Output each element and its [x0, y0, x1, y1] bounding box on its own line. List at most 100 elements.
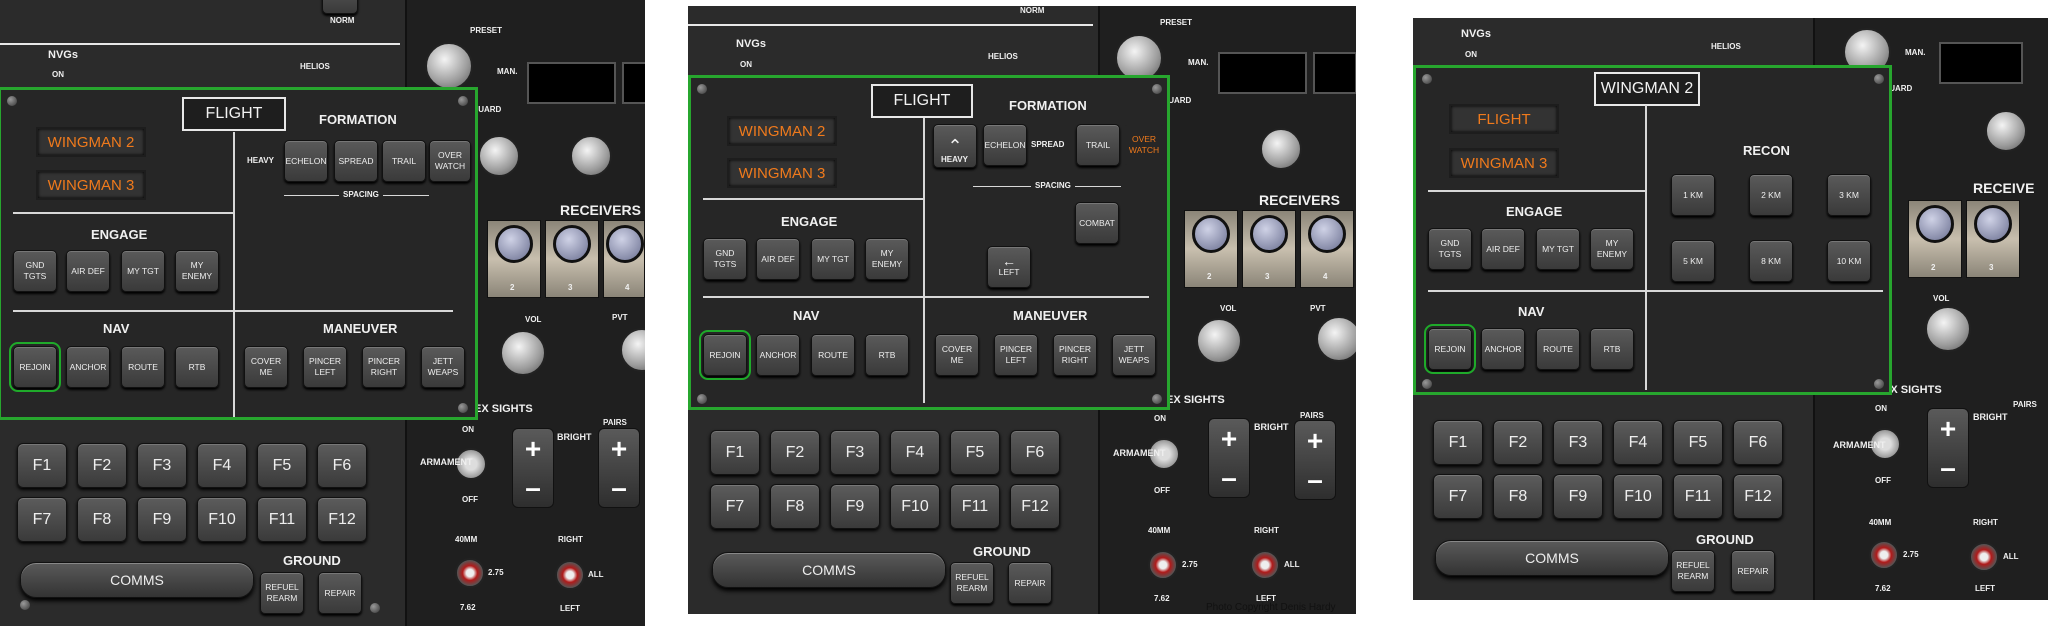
gnd-tgts-button[interactable]: GND TGTS — [13, 250, 57, 292]
vol-knob[interactable] — [1196, 318, 1242, 364]
f4-key[interactable]: F4 — [890, 430, 940, 475]
echelon-button[interactable]: ECHELON — [983, 124, 1027, 166]
repair-button[interactable]: REPAIR — [1731, 550, 1775, 592]
f12-key[interactable]: F12 — [317, 497, 367, 542]
f1-key[interactable]: F1 — [710, 430, 760, 475]
anchor-button[interactable]: ANCHOR — [1481, 328, 1525, 370]
trail-button[interactable]: TRAIL — [1076, 124, 1120, 166]
f10-key[interactable]: F10 — [890, 484, 940, 529]
flight-button[interactable]: FLIGHT — [1449, 104, 1559, 134]
pincer-left-button[interactable]: PINCER LEFT — [994, 334, 1038, 376]
f5-key[interactable]: F5 — [950, 430, 1000, 475]
route-button[interactable]: ROUTE — [121, 346, 165, 388]
pvt-knob[interactable] — [1316, 316, 1356, 362]
rtb-button[interactable]: RTB — [1590, 328, 1634, 370]
air-def-button[interactable]: AIR DEF — [66, 250, 110, 292]
volume-knob[interactable] — [1260, 128, 1302, 170]
comms-button[interactable]: COMMS — [1435, 540, 1669, 576]
f9-key[interactable]: F9 — [137, 497, 187, 542]
pairs-stepper[interactable]: + – — [1294, 420, 1336, 500]
recon-3km-button[interactable]: 3 KM — [1827, 174, 1871, 216]
bright-stepper[interactable]: + – — [512, 428, 554, 508]
norm-button[interactable]: ↓ — [322, 0, 358, 14]
echelon-button[interactable]: ECHELON — [284, 140, 328, 182]
combat-button[interactable]: COMBAT — [1075, 202, 1119, 244]
repair-button[interactable]: REPAIR — [1008, 562, 1052, 604]
vol-knob[interactable] — [500, 330, 546, 376]
rejoin-button[interactable]: REJOIN — [699, 330, 751, 380]
wingman-3-button[interactable]: WINGMAN 3 — [727, 158, 837, 188]
f7-key[interactable]: F7 — [1433, 474, 1483, 519]
f4-key[interactable]: F4 — [197, 443, 247, 488]
wingman-3-button[interactable]: WINGMAN 3 — [36, 170, 146, 200]
f2-key[interactable]: F2 — [770, 430, 820, 475]
f3-key[interactable]: F3 — [137, 443, 187, 488]
gnd-tgts-button[interactable]: GND TGTS — [703, 238, 747, 280]
repair-button[interactable]: REPAIR — [318, 572, 362, 614]
f4-key[interactable]: F4 — [1613, 420, 1663, 465]
f6-key[interactable]: F6 — [317, 443, 367, 488]
my-enemy-button[interactable]: MY ENEMY — [175, 250, 219, 292]
preset-knob[interactable] — [425, 42, 473, 90]
f8-key[interactable]: F8 — [77, 497, 127, 542]
anchor-button[interactable]: ANCHOR — [66, 346, 110, 388]
pincer-right-button[interactable]: PINCER RIGHT — [1053, 334, 1097, 376]
recon-1km-button[interactable]: 1 KM — [1671, 174, 1715, 216]
spread-button[interactable]: SPREAD — [334, 140, 378, 182]
my-tgt-button[interactable]: MY TGT — [811, 238, 855, 280]
right-left-switch[interactable] — [1250, 550, 1280, 580]
air-def-button[interactable]: AIR DEF — [756, 238, 800, 280]
bright-stepper[interactable]: + – — [1927, 408, 1969, 488]
route-button[interactable]: ROUTE — [811, 334, 855, 376]
pincer-left-button[interactable]: PINCER LEFT — [303, 346, 347, 388]
wingman-2-button[interactable]: WINGMAN 2 — [727, 116, 837, 146]
40mm-switch[interactable] — [455, 558, 485, 588]
volume-knob[interactable] — [478, 135, 520, 177]
f2-key[interactable]: F2 — [1493, 420, 1543, 465]
my-tgt-button[interactable]: MY TGT — [121, 250, 165, 292]
air-def-button[interactable]: AIR DEF — [1481, 228, 1525, 270]
40mm-switch[interactable] — [1869, 540, 1899, 570]
my-enemy-button[interactable]: MY ENEMY — [865, 238, 909, 280]
trail-button[interactable]: TRAIL — [382, 140, 426, 182]
f6-key[interactable]: F6 — [1733, 420, 1783, 465]
f7-key[interactable]: F7 — [710, 484, 760, 529]
f7-key[interactable]: F7 — [17, 497, 67, 542]
f2-key[interactable]: F2 — [77, 443, 127, 488]
f1-key[interactable]: F1 — [1433, 420, 1483, 465]
anchor-button[interactable]: ANCHOR — [756, 334, 800, 376]
recon-2km-button[interactable]: 2 KM — [1749, 174, 1793, 216]
cover-me-button[interactable]: COVER ME — [935, 334, 979, 376]
f5-key[interactable]: F5 — [257, 443, 307, 488]
f12-key[interactable]: F12 — [1733, 474, 1783, 519]
rejoin-button[interactable]: REJOIN — [1424, 324, 1476, 374]
my-enemy-button[interactable]: MY ENEMY — [1590, 228, 1634, 270]
40mm-switch[interactable] — [1148, 550, 1178, 580]
right-left-switch[interactable] — [555, 560, 585, 590]
f8-key[interactable]: F8 — [770, 484, 820, 529]
pairs-stepper[interactable]: + – — [598, 428, 640, 508]
bright-stepper[interactable]: + – — [1208, 418, 1250, 498]
f10-key[interactable]: F10 — [1613, 474, 1663, 519]
f9-key[interactable]: F9 — [1553, 474, 1603, 519]
jett-weaps-button[interactable]: JETT WEAPS — [421, 346, 465, 388]
f11-key[interactable]: F11 — [950, 484, 1000, 529]
f10-key[interactable]: F10 — [197, 497, 247, 542]
pincer-right-button[interactable]: PINCER RIGHT — [362, 346, 406, 388]
route-button[interactable]: ROUTE — [1536, 328, 1580, 370]
f11-key[interactable]: F11 — [1673, 474, 1723, 519]
left-button[interactable]: ← LEFT — [987, 246, 1031, 288]
overwatch-button[interactable]: OVER WATCH — [1123, 124, 1165, 166]
volume-knob[interactable] — [570, 135, 612, 177]
rtb-button[interactable]: RTB — [175, 346, 219, 388]
comms-button[interactable]: COMMS — [20, 562, 254, 598]
cover-me-button[interactable]: COVER ME — [244, 346, 288, 388]
jett-weaps-button[interactable]: JETT WEAPS — [1112, 334, 1156, 376]
volume-knob[interactable] — [1985, 110, 2027, 152]
refuel-rearm-button[interactable]: REFUEL REARM — [1671, 550, 1715, 592]
right-left-switch[interactable] — [1969, 542, 1999, 572]
my-tgt-button[interactable]: MY TGT — [1536, 228, 1580, 270]
rtb-button[interactable]: RTB — [865, 334, 909, 376]
recon-5km-button[interactable]: 5 KM — [1671, 240, 1715, 282]
recon-8km-button[interactable]: 8 KM — [1749, 240, 1793, 282]
